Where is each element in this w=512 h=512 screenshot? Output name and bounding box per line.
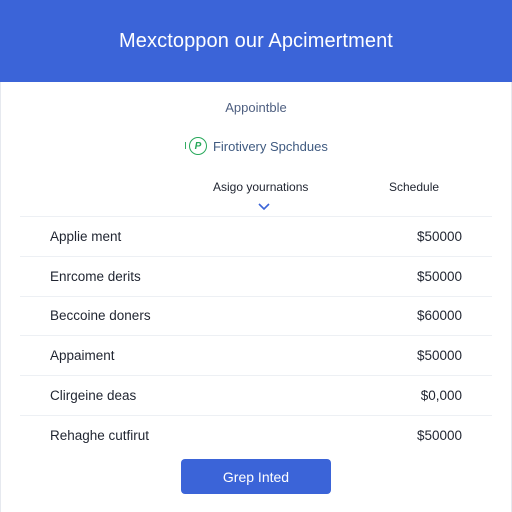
page: Mexctoppon our Apcimertment Appointble I… (0, 0, 512, 512)
header-bar: Mexctoppon our Apcimertment (0, 0, 512, 82)
section-subtitle: Appointble (225, 100, 287, 115)
row-value: $0,000 (420, 388, 462, 404)
table-row[interactable]: Applie ment $50000 (20, 217, 492, 257)
row-label: Clirgeine deas (50, 388, 137, 404)
row-value: $50000 (416, 228, 462, 244)
page-title: Mexctoppon our Apcimertment (119, 29, 393, 52)
row-value: $50000 (416, 348, 462, 364)
filter-tick-mark: I (184, 140, 187, 152)
column-header-assignments[interactable]: Asigo yournations (213, 180, 308, 194)
row-label: Beccoine doners (50, 308, 151, 324)
primary-action-button[interactable]: Grep Inted (181, 459, 331, 494)
row-value: $50000 (416, 428, 462, 444)
table-row[interactable]: Enrcome derits $50000 (20, 257, 492, 297)
row-value: $60000 (416, 308, 462, 324)
appointments-table: Applie ment $50000 Enrcome derits $50000… (20, 216, 492, 456)
table-row[interactable]: Beccoine doners $60000 (20, 297, 492, 337)
filter-label: Firotivery Spchdues (212, 138, 328, 154)
filter-toggle[interactable]: I P Firotivery Spchdues (0, 137, 512, 155)
chevron-down-icon[interactable] (256, 200, 272, 214)
row-label: Enrcome derits (50, 268, 141, 284)
row-label: Applie ment (50, 228, 122, 244)
table-row[interactable]: Appaiment $50000 (20, 336, 492, 377)
p-circle-icon: P (188, 137, 207, 155)
row-label: Appaiment (50, 348, 115, 364)
table-row[interactable]: Rehaghe cutfirut $50000 (20, 416, 492, 456)
column-header-schedule[interactable]: Schedule (389, 180, 439, 194)
row-value: $50000 (416, 268, 462, 284)
table-row[interactable]: Clirgeine deas $0,000 (20, 376, 492, 416)
row-label: Rehaghe cutfirut (50, 428, 150, 444)
